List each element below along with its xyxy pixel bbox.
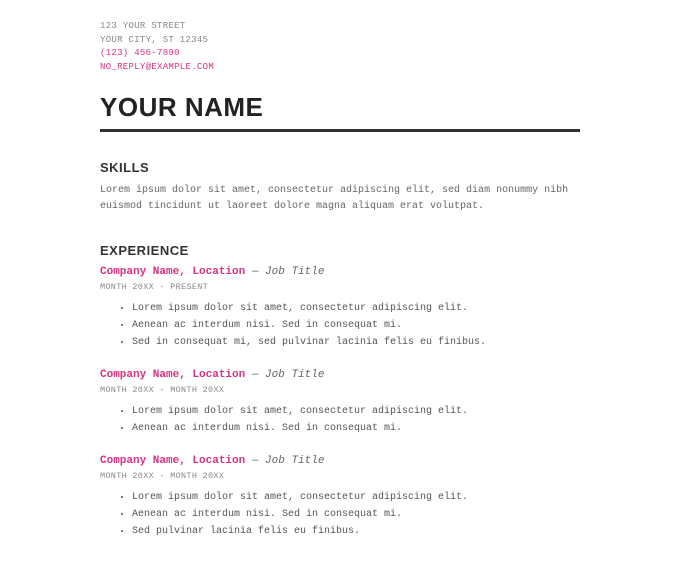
job-bullet: Aenean ac interdum nisi. Sed in consequa… (132, 420, 580, 437)
job-dates: MONTH 20XX - MONTH 20XX (100, 471, 580, 481)
job-entry: Company Name, Location — Job Title MONTH … (100, 369, 580, 437)
jobs-list: Company Name, Location — Job Title MONTH … (100, 266, 580, 540)
job-entry: Company Name, Location — Job Title MONTH … (100, 455, 580, 540)
experience-heading: EXPERIENCE (100, 243, 580, 258)
job-title: Job Title (265, 369, 324, 381)
job-company: Company Name, Location (100, 369, 245, 381)
contact-street: 123 YOUR STREET (100, 20, 580, 34)
job-dates: MONTH 20XX - MONTH 20XX (100, 385, 580, 395)
contact-phone: (123) 456-7890 (100, 47, 580, 61)
job-bullet: Lorem ipsum dolor sit amet, consectetur … (132, 489, 580, 506)
job-bullets: Lorem ipsum dolor sit amet, consectetur … (100, 403, 580, 437)
skills-heading: SKILLS (100, 160, 580, 175)
job-header: Company Name, Location — Job Title (100, 369, 580, 381)
job-bullet: Lorem ipsum dolor sit amet, consectetur … (132, 403, 580, 420)
job-bullet: Aenean ac interdum nisi. Sed in consequa… (132, 506, 580, 523)
job-bullet: Sed in consequat mi, sed pulvinar lacini… (132, 334, 580, 351)
job-company: Company Name, Location (100, 455, 245, 467)
job-bullet: Lorem ipsum dolor sit amet, consectetur … (132, 300, 580, 317)
job-title: Job Title (265, 266, 324, 278)
job-dash: — (245, 455, 265, 467)
contact-city: YOUR CITY, ST 12345 (100, 34, 580, 48)
job-dash: — (245, 369, 265, 381)
job-entry: Company Name, Location — Job Title MONTH … (100, 266, 580, 351)
title-rule (100, 129, 580, 132)
skills-body: Lorem ipsum dolor sit amet, consectetur … (100, 183, 580, 215)
job-header: Company Name, Location — Job Title (100, 266, 580, 278)
page-title: YOUR NAME (100, 92, 580, 123)
job-header: Company Name, Location — Job Title (100, 455, 580, 467)
contact-email: NO_REPLY@EXAMPLE.COM (100, 61, 580, 75)
job-company: Company Name, Location (100, 266, 245, 278)
job-bullet: Aenean ac interdum nisi. Sed in consequa… (132, 317, 580, 334)
job-bullet: Sed pulvinar lacinia felis eu finibus. (132, 523, 580, 540)
job-bullets: Lorem ipsum dolor sit amet, consectetur … (100, 300, 580, 351)
job-bullets: Lorem ipsum dolor sit amet, consectetur … (100, 489, 580, 540)
contact-block: 123 YOUR STREET YOUR CITY, ST 12345 (123… (100, 20, 580, 74)
job-dash: — (245, 266, 265, 278)
job-title: Job Title (265, 455, 324, 467)
job-dates: MONTH 20XX - PRESENT (100, 282, 580, 292)
